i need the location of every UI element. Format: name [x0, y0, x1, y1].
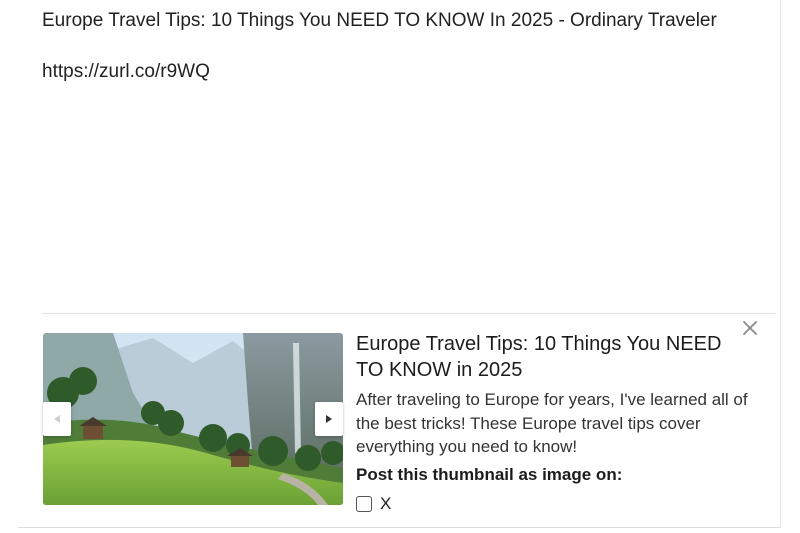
- close-icon: [743, 321, 757, 335]
- x-checkbox[interactable]: [356, 496, 372, 512]
- preview-description: After traveling to Europe for years, I'v…: [356, 390, 748, 456]
- option-x[interactable]: X: [356, 494, 391, 514]
- post-thumbnail-label: Post this thumbnail as image on:: [356, 465, 623, 484]
- triangle-left-icon: [54, 415, 60, 423]
- close-preview-button[interactable]: [740, 318, 760, 338]
- post-composer: Europe Travel Tips: 10 Things You NEED T…: [18, 0, 781, 528]
- x-option-label: X: [380, 494, 392, 513]
- thumbnail-prev-button[interactable]: [43, 402, 71, 436]
- divider: [42, 313, 775, 314]
- post-short-url: https://zurl.co/r9WQ: [42, 61, 210, 82]
- preview-title: Europe Travel Tips: 10 Things You NEED T…: [356, 333, 722, 381]
- thumbnail-next-button[interactable]: [315, 402, 343, 436]
- landscape-photo: [43, 333, 343, 505]
- post-text-area[interactable]: Europe Travel Tips: 10 Things You NEED T…: [42, 8, 742, 85]
- triangle-right-icon: [326, 415, 332, 423]
- link-thumbnail: [43, 333, 343, 505]
- post-title-text: Europe Travel Tips: 10 Things You NEED T…: [42, 10, 717, 31]
